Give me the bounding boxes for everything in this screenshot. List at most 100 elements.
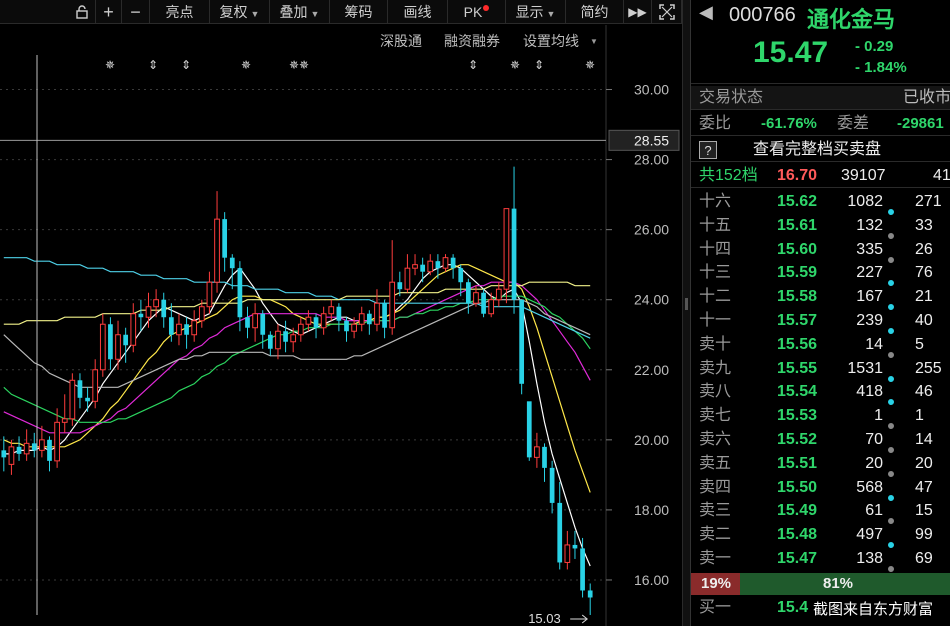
highlight-button[interactable]: 亮点 xyxy=(150,0,210,24)
margin-trading-link[interactable]: 融资融券 xyxy=(444,33,500,49)
order-book-row[interactable]: 卖四 15.50 568 47 xyxy=(691,476,950,501)
level-total-label: 共152档 xyxy=(699,167,758,184)
order-book-row[interactable]: 卖三 15.49 61 15 xyxy=(691,499,950,525)
adjust-button[interactable]: 复权 ▼ xyxy=(210,0,270,24)
forward-icon[interactable]: ▶▶ xyxy=(624,0,652,24)
candle-body xyxy=(39,439,45,451)
level-extra: 20 xyxy=(915,454,933,472)
order-book-row[interactable]: 卖九 15.55 1531 255 xyxy=(691,357,950,382)
candle-body xyxy=(16,446,22,454)
notification-dot-icon xyxy=(483,5,490,11)
order-book-row[interactable]: 卖二 15.48 497 99 xyxy=(691,523,950,549)
candlestick-chart[interactable]: 15.03 ✵ ⇕ ⇕ ✵ ✵✵ ⇕ ✵ ⇕ ✵ 30.0028.0026.0024.0022.… xyxy=(0,25,682,626)
event-marker-icon[interactable]: ✵ xyxy=(585,58,595,72)
level-volume: 418 xyxy=(856,383,883,401)
candle-body xyxy=(397,282,403,290)
level-label: 卖四 xyxy=(699,478,732,496)
level-label: 十三 xyxy=(699,264,732,282)
full-book-link[interactable]: 查看完整档买卖盘 xyxy=(753,138,881,162)
resize-handle[interactable] xyxy=(685,298,688,310)
candle-body xyxy=(297,323,304,336)
candle-body xyxy=(47,439,52,461)
level-extra: 47 xyxy=(915,478,933,496)
event-marker-icon[interactable]: ⇕ xyxy=(148,58,158,72)
overlay-button[interactable]: 叠加 ▼ xyxy=(270,0,330,24)
panel-divider[interactable] xyxy=(682,0,690,626)
order-diff-value: -29861 xyxy=(897,115,944,132)
y-tick-label: 16.00 xyxy=(634,572,669,588)
level-total-price: 16.70 xyxy=(777,167,818,184)
lock-icon-svg xyxy=(75,5,88,19)
full-book-row[interactable]: ? 查看完整档买卖盘 xyxy=(691,138,950,162)
zoom-out-button[interactable]: − xyxy=(122,0,150,24)
level-label: 卖五 xyxy=(699,454,732,472)
candle-body xyxy=(511,208,517,300)
candle-body xyxy=(191,320,198,336)
current-price-tag: 28.55 xyxy=(634,132,669,148)
order-book-row[interactable]: 卖七 15.53 1 1 xyxy=(691,404,950,430)
order-book-row[interactable]: 十四 15.60 335 26 xyxy=(691,238,950,263)
order-book-row[interactable]: 卖六 15.52 70 14 xyxy=(691,428,950,453)
event-marker-icon[interactable]: ✵✵ xyxy=(289,58,309,72)
event-marker-icon[interactable]: ⇕ xyxy=(181,58,191,72)
fullscreen-icon-svg xyxy=(658,4,675,20)
price-change-pct: - 1.84% xyxy=(855,59,907,76)
set-ma-link[interactable]: 设置均线 xyxy=(523,33,579,49)
y-tick-label: 22.00 xyxy=(634,362,669,378)
display-button[interactable]: 显示 ▼ xyxy=(506,0,566,24)
order-book-row[interactable]: 十二 15.58 167 21 xyxy=(691,285,950,311)
event-markers[interactable]: ✵ ⇕ ⇕ ✵ ✵✵ ⇕ ✵ ⇕ ✵ xyxy=(105,58,595,72)
level-extra: 99 xyxy=(915,526,933,544)
candle-body xyxy=(214,218,220,283)
candle-body xyxy=(351,323,357,332)
ma-line xyxy=(3,264,591,567)
event-marker-icon[interactable]: ✵ xyxy=(105,58,115,72)
level-label: 卖九 xyxy=(699,359,732,377)
order-book-row[interactable]: 卖十 15.56 14 5 xyxy=(691,333,950,358)
ma-line xyxy=(3,257,591,339)
order-book-row[interactable]: 卖五 15.51 20 20 xyxy=(691,452,950,477)
order-book-row[interactable]: 卖八 15.54 418 46 xyxy=(691,380,950,406)
order-ratio-label: 委比 xyxy=(699,115,732,132)
level-price: 15.52 xyxy=(777,431,818,448)
candle-body xyxy=(549,467,555,503)
level-price: 15.53 xyxy=(777,407,818,425)
order-book-row[interactable]: 十五 15.61 132 33 xyxy=(691,214,950,239)
level-label: 卖十 xyxy=(699,335,732,353)
event-marker-icon[interactable]: ⇕ xyxy=(534,58,544,72)
back-arrow-icon[interactable]: ◀ xyxy=(699,2,713,23)
fullscreen-icon[interactable] xyxy=(652,0,682,24)
event-marker-icon[interactable]: ✵ xyxy=(241,58,251,72)
candle-body xyxy=(138,313,144,318)
draw-line-button[interactable]: 画线 xyxy=(388,0,448,24)
level-extra: 69 xyxy=(915,550,933,567)
level-label: 卖二 xyxy=(699,526,732,544)
candle-body xyxy=(161,299,167,318)
lock-icon[interactable] xyxy=(68,0,96,24)
candle-body xyxy=(336,306,342,321)
event-marker-icon[interactable]: ⇕ xyxy=(468,58,478,72)
candle-body xyxy=(465,282,471,304)
zoom-in-button[interactable]: + xyxy=(96,0,122,24)
candle-body xyxy=(564,544,571,563)
candle-body xyxy=(450,257,456,269)
candle-body xyxy=(481,292,486,314)
candle-body xyxy=(31,443,37,451)
candle-body xyxy=(404,267,411,290)
candle-body xyxy=(252,313,258,329)
order-book-row[interactable]: 十三 15.59 227 76 xyxy=(691,261,950,287)
help-icon[interactable]: ? xyxy=(699,141,717,159)
candle-body xyxy=(557,502,563,563)
order-book-row[interactable]: 十六 15.62 1082 271 xyxy=(691,190,950,215)
level-extra: 5 xyxy=(915,335,924,353)
order-book-row[interactable]: 十一 15.57 239 40 xyxy=(691,309,950,334)
level-extra: 1 xyxy=(915,407,924,425)
order-book-row[interactable]: 卖一 15.47 138 69 xyxy=(691,547,950,572)
pk-button[interactable]: PK xyxy=(448,0,506,24)
event-marker-icon[interactable]: ✵ xyxy=(510,58,520,72)
simple-mode-button[interactable]: 简约 xyxy=(566,0,624,24)
chips-button[interactable]: 筹码 xyxy=(330,0,388,24)
level-volume: 239 xyxy=(856,312,883,329)
sz-connect-link[interactable]: 深股通 xyxy=(380,33,422,49)
level-label: 十一 xyxy=(699,312,732,329)
